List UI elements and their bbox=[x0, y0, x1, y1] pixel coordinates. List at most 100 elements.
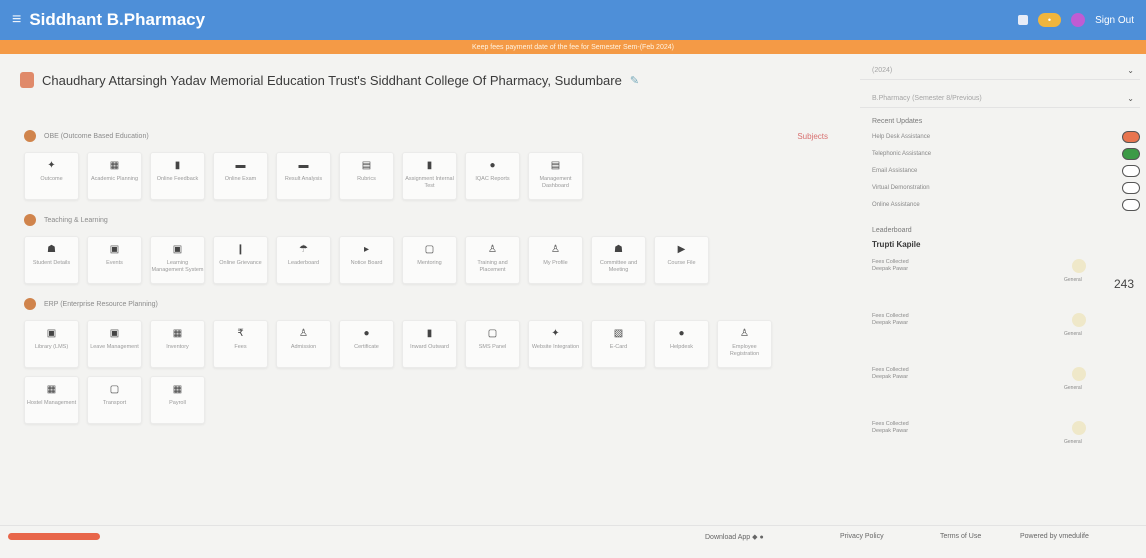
tiles-grid: ☗ Student Details ▣ Events ▣ Learning Mana… bbox=[24, 236, 824, 284]
download-label: Download App bbox=[705, 534, 751, 541]
module-tile[interactable]: ▧ E-Card bbox=[591, 320, 646, 368]
module-tile[interactable]: ▢ Transport bbox=[87, 376, 142, 424]
module-tile[interactable]: ▦ Academic Planning bbox=[87, 152, 142, 200]
module-icon: ♙ bbox=[488, 244, 497, 255]
section-header: ERP (Enterprise Resource Planning) bbox=[24, 298, 842, 310]
chevron-down-icon[interactable]: ⌄ bbox=[1127, 66, 1134, 75]
module-label: Certificate bbox=[354, 344, 379, 350]
announcement-banner: Keep fees payment date of the fee for Se… bbox=[0, 40, 1146, 54]
update-label: Virtual Demonstration bbox=[872, 185, 930, 191]
avatar bbox=[1072, 313, 1086, 327]
download-app-link[interactable]: Download App ◆ ● bbox=[705, 533, 764, 541]
year-badge[interactable]: • bbox=[1037, 13, 1062, 27]
module-label: Training and Placement bbox=[477, 260, 508, 273]
main-content: Chaudhary Attarsingh Yadav Memorial Educ… bbox=[12, 62, 842, 542]
avatar[interactable] bbox=[1071, 13, 1086, 27]
tiles-grid: ▣ Library (LMS) ▣ Leave Management ▦ Inven… bbox=[24, 320, 824, 424]
section-title: ERP (Enterprise Resource Planning) bbox=[44, 300, 158, 308]
module-label: SMS Panel bbox=[478, 344, 507, 350]
module-tile[interactable]: ▶ Course File bbox=[654, 236, 709, 284]
module-label: Learning Management System bbox=[151, 260, 204, 273]
sign-out-button[interactable]: Sign Out bbox=[1095, 15, 1134, 26]
module-label: Payroll bbox=[169, 400, 186, 406]
hamburger-icon[interactable]: ≡ bbox=[12, 11, 21, 29]
fee-category: General bbox=[1064, 331, 1082, 337]
edit-icon[interactable]: ✎ bbox=[630, 74, 639, 87]
module-tile[interactable]: ▬ Result Analysis bbox=[276, 152, 331, 200]
fee-category: General bbox=[1064, 385, 1082, 391]
update-label: Help Desk Assistance bbox=[872, 134, 931, 140]
module-tile[interactable]: ▦ Inventory bbox=[150, 320, 205, 368]
module-tile[interactable]: ✦ Outcome bbox=[24, 152, 79, 200]
module-icon: ▣ bbox=[109, 244, 120, 255]
leaderboard-count: 243 bbox=[1113, 277, 1134, 291]
module-tile[interactable]: ♙ My Profile bbox=[528, 236, 583, 284]
module-tile[interactable]: ▢ Mentoring bbox=[402, 236, 457, 284]
module-tile[interactable]: ☗ Committee and Meeting bbox=[591, 236, 646, 284]
module-tile[interactable]: ☗ Student Details bbox=[24, 236, 79, 284]
module-label: Admission bbox=[290, 344, 317, 350]
section-title: Teaching & Learning bbox=[44, 216, 108, 224]
module-icon: ▮ bbox=[174, 160, 181, 171]
module-label: Result Analysis bbox=[284, 176, 323, 182]
module-tile[interactable]: ▬ Online Exam bbox=[213, 152, 268, 200]
module-label: Online Exam bbox=[224, 176, 257, 182]
module-icon: ▢ bbox=[424, 244, 435, 255]
update-badge bbox=[1122, 165, 1140, 177]
module-tile[interactable]: ▣ Leave Management bbox=[87, 320, 142, 368]
update-item[interactable]: Online Assistance bbox=[872, 199, 1140, 211]
module-tile[interactable]: ▮ Online Feedback bbox=[150, 152, 205, 200]
module-tile[interactable]: ● IQAC Reports bbox=[465, 152, 520, 200]
module-tile[interactable]: ▸ Notice Board bbox=[339, 236, 394, 284]
module-tile[interactable]: ● Helpdesk bbox=[654, 320, 709, 368]
terms-of-use-link[interactable]: Terms of Use bbox=[940, 533, 981, 540]
module-tile[interactable]: ▤ Rubrics bbox=[339, 152, 394, 200]
academic-year-value: (2024) bbox=[872, 67, 893, 74]
module-icon: ☂ bbox=[299, 244, 308, 255]
privacy-policy-link[interactable]: Privacy Policy bbox=[840, 533, 884, 540]
module-label: Library (LMS) bbox=[34, 344, 69, 350]
module-icon: ▣ bbox=[172, 244, 183, 255]
module-tile[interactable]: ▣ Learning Management System bbox=[150, 236, 205, 284]
update-item[interactable]: Virtual Demonstration bbox=[872, 182, 1140, 194]
update-badge bbox=[1122, 199, 1140, 211]
module-tile[interactable]: ☂ Leaderboard bbox=[276, 236, 331, 284]
tiles-grid: ✦ Outcome ▦ Academic Planning ▮ Online Fee… bbox=[24, 152, 824, 200]
module-tile[interactable]: ▦ Payroll bbox=[150, 376, 205, 424]
module-label: Online Feedback bbox=[156, 176, 199, 182]
subjects-link[interactable]: Subjects bbox=[797, 132, 828, 141]
module-tile[interactable]: ₹ Fees bbox=[213, 320, 268, 368]
module-tile[interactable]: ▣ Library (LMS) bbox=[24, 320, 79, 368]
module-tile[interactable]: ▮ Inward Outward bbox=[402, 320, 457, 368]
module-tile[interactable]: ▣ Events bbox=[87, 236, 142, 284]
module-icon: ▤ bbox=[550, 160, 561, 171]
update-label: Telephonic Assistance bbox=[872, 151, 932, 157]
module-label: E-Card bbox=[609, 344, 628, 350]
update-item[interactable]: Help Desk Assistance bbox=[872, 131, 1140, 143]
announcement-text: Keep fees payment date of the fee for Se… bbox=[472, 43, 674, 51]
module-icon: ₹ bbox=[237, 328, 244, 339]
module-tile[interactable]: ● Certificate bbox=[339, 320, 394, 368]
program-select[interactable]: B.Pharmacy (Semester 8/Previous) ⌄ bbox=[860, 90, 1140, 108]
program-value: B.Pharmacy (Semester 8/Previous) bbox=[872, 95, 982, 102]
section-title: OBE (Outcome Based Education) bbox=[44, 132, 149, 140]
module-tile[interactable]: ♙ Training and Placement bbox=[465, 236, 520, 284]
fees-activity-item: Fees Collected Deepak Pawar General bbox=[872, 313, 1112, 357]
module-tile[interactable]: ▢ SMS Panel bbox=[465, 320, 520, 368]
module-tile[interactable]: ▤ Management Dashboard bbox=[528, 152, 583, 200]
grid-icon[interactable] bbox=[1017, 15, 1028, 25]
chevron-down-icon[interactable]: ⌄ bbox=[1127, 94, 1134, 103]
brand[interactable]: ≡ Siddhant B.Pharmacy bbox=[12, 10, 205, 30]
module-tile[interactable]: ♙ Employee Registration bbox=[717, 320, 772, 368]
module-label: Notice Board bbox=[350, 260, 383, 266]
module-tile[interactable]: ❙ Online Grievance bbox=[213, 236, 268, 284]
update-item[interactable]: Telephonic Assistance bbox=[872, 148, 1140, 160]
update-item[interactable]: Email Assistance bbox=[872, 165, 1140, 177]
academic-year-select[interactable]: (2024) ⌄ bbox=[860, 62, 1140, 80]
module-tile[interactable]: ▦ Hostel Management bbox=[24, 376, 79, 424]
module-tile[interactable]: ▮ Assignment Internal Test bbox=[402, 152, 457, 200]
powered-by-link[interactable]: Powered by vmedulife bbox=[1020, 533, 1089, 540]
page-title: Chaudhary Attarsingh Yadav Memorial Educ… bbox=[42, 72, 622, 88]
module-tile[interactable]: ♙ Admission bbox=[276, 320, 331, 368]
module-tile[interactable]: ✦ Website Integration bbox=[528, 320, 583, 368]
